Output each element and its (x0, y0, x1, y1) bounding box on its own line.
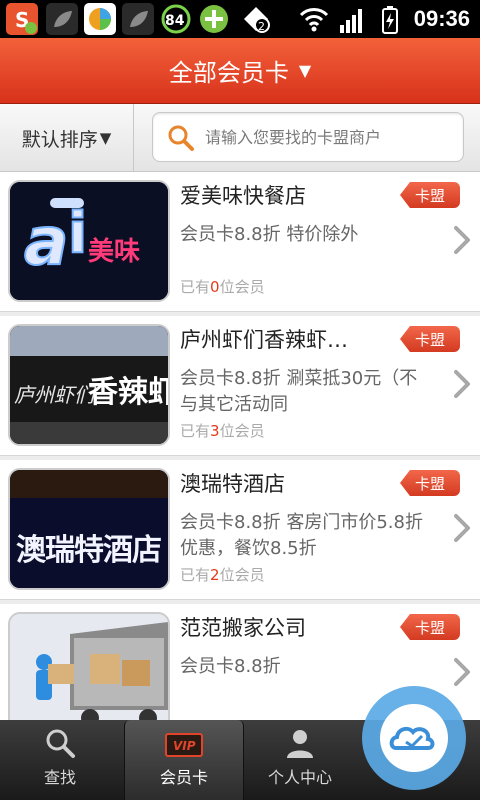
search-box[interactable] (152, 112, 464, 162)
nav-label: 查找 (43, 768, 76, 787)
merchant-thumbnail: a i 美味 (8, 180, 170, 302)
status-bar: S 84 2 09:36 (0, 0, 480, 38)
kameng-badge: 卡盟 (400, 614, 460, 640)
merchant-description: 会员卡8.8折 (180, 656, 281, 677)
member-count: 已有0位会员 (180, 276, 265, 297)
member-count-prefix: 已有 (180, 278, 211, 296)
battery-charging-icon (374, 3, 406, 35)
nav-label: 会员卡 (159, 768, 208, 787)
sort-button[interactable]: 默认排序 ▼ (0, 104, 134, 172)
merchant-name[interactable]: 范范搬家公司 (180, 612, 380, 642)
sort-label: 默认排序 (21, 128, 98, 151)
search-icon (168, 125, 194, 151)
watermark-logo (362, 686, 466, 790)
merchant-name[interactable]: 庐州虾们香辣虾… (180, 324, 380, 354)
signal-icon (336, 3, 368, 35)
vip-badge-text: VIP (173, 739, 196, 753)
leaf-notification-icon (46, 3, 78, 35)
wifi-icon (298, 3, 330, 35)
svg-text:澳瑞特酒店: 澳瑞特酒店 (16, 533, 162, 568)
merchant-thumbnail (8, 612, 170, 720)
member-count-suffix: 位会员 (219, 422, 265, 440)
chevron-right-icon (454, 514, 470, 542)
chevron-right-icon (454, 370, 470, 398)
member-count-number: 0 (210, 278, 220, 296)
merchant-list: a i 美味 爱美味快餐店 卡盟 会员卡8.8折 特价除外 已有0位会员 庐州虾… (0, 172, 480, 720)
member-count-prefix: 已有 (180, 422, 211, 440)
battery-ring-icon: 84 (160, 3, 192, 35)
list-item[interactable]: 庐州虾们 香辣虾 庐州虾们香辣虾… 卡盟 会员卡8.8折 涮菜抵30元（不与其它… (0, 316, 480, 456)
notification-count-text: 2 (258, 20, 265, 33)
title-bar[interactable]: 全部会员卡 ▼ (0, 38, 480, 104)
search-icon (46, 729, 75, 758)
merchant-thumbnail: 庐州虾们 香辣虾 (8, 324, 170, 446)
notification-count-icon: 2 (240, 3, 272, 35)
merchant-name[interactable]: 爱美味快餐店 (180, 180, 380, 210)
member-count-prefix: 已有 (180, 566, 211, 584)
nav-tab-search[interactable]: 查找 (0, 720, 120, 800)
member-count-number: 3 (210, 422, 220, 440)
nav-tab-personal-center[interactable]: 个人中心 (240, 720, 360, 800)
svg-text:庐州虾们: 庐州虾们 (14, 383, 97, 407)
leaf-notification-icon (122, 3, 154, 35)
plus-icon (198, 3, 230, 35)
svg-text:a: a (24, 203, 69, 280)
merchant-description: 会员卡8.8折 涮菜抵30元（不与其它活动同 (180, 368, 418, 415)
sort-dropdown-icon: ▼ (99, 129, 112, 147)
battery-level-text: 84 (165, 13, 185, 29)
member-count: 已有2位会员 (180, 564, 265, 585)
nav-label: 个人中心 (267, 768, 332, 787)
vip-card-icon: VIP (165, 733, 203, 757)
app-s-notification-icon: S (6, 3, 38, 35)
merchant-thumbnail: 澳瑞特酒店 (8, 468, 170, 590)
chevron-down-icon[interactable]: ▼ (299, 61, 311, 80)
list-item[interactable]: 澳瑞特酒店 澳瑞特酒店 卡盟 会员卡8.8折 客房门市价5.8折优惠，餐饮8.5… (0, 460, 480, 600)
clock: 09:36 (413, 6, 470, 31)
kameng-badge: 卡盟 (400, 182, 460, 208)
page-title[interactable]: 全部会员卡 (169, 53, 289, 88)
filter-bar: 默认排序 ▼ (0, 104, 480, 172)
member-count-suffix: 位会员 (219, 278, 265, 296)
kameng-badge: 卡盟 (400, 470, 460, 496)
nav-tab-membership-card[interactable]: VIP 会员卡 (124, 720, 244, 800)
svg-text:i: i (68, 201, 87, 266)
merchant-description: 会员卡8.8折 特价除外 (180, 224, 359, 245)
list-item[interactable]: a i 美味 爱美味快餐店 卡盟 会员卡8.8折 特价除外 已有0位会员 (0, 172, 480, 312)
store-app-icon (84, 3, 116, 35)
user-icon (287, 730, 313, 758)
svg-text:美味: 美味 (88, 236, 140, 267)
merchant-name[interactable]: 澳瑞特酒店 (180, 468, 380, 498)
merchant-description: 会员卡8.8折 客房门市价5.8折优惠，餐饮8.5折 (180, 512, 423, 559)
member-count-suffix: 位会员 (219, 566, 265, 584)
member-count: 已有3位会员 (180, 420, 265, 441)
chevron-right-icon (454, 226, 470, 254)
svg-text:香辣虾: 香辣虾 (88, 375, 168, 410)
kameng-badge: 卡盟 (400, 326, 460, 352)
app-screen: { "status_bar": { "battery_level": "84",… (0, 0, 480, 800)
member-count-number: 2 (210, 566, 220, 584)
search-input[interactable] (205, 121, 455, 153)
